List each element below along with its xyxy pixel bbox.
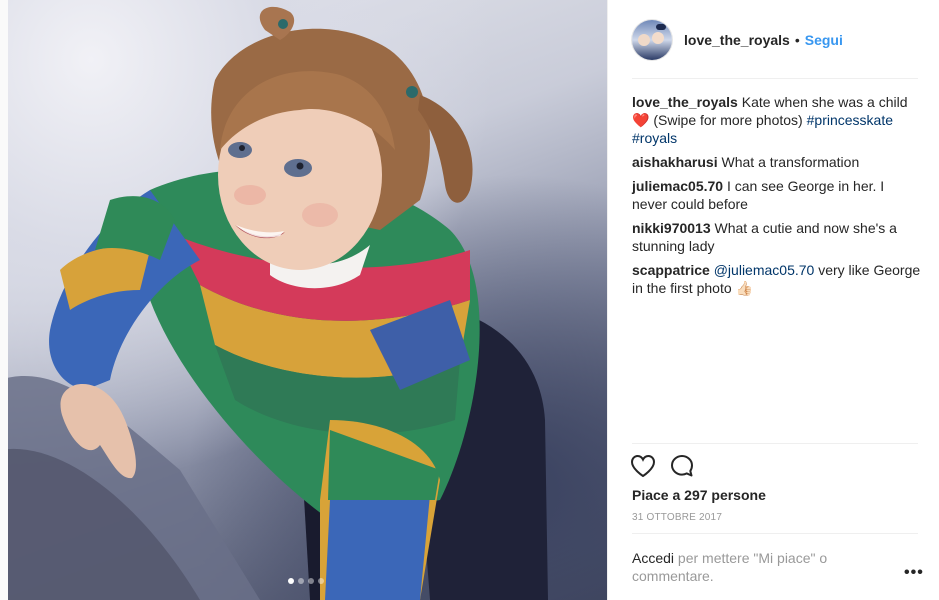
hashtag-link[interactable]: #princesskate [807,112,893,128]
mention-link[interactable]: @juliemac05.70 [714,262,815,278]
divider [632,443,918,444]
comments-list: love_the_royals Kate when she was a chil… [632,93,922,303]
header-separator: • [794,32,800,48]
child-photo-illustration [0,6,548,600]
hashtag-link[interactable]: #royals [632,130,677,146]
caption: love_the_royals Kate when she was a chil… [632,93,922,147]
post-username[interactable]: love_the_royals [684,32,790,48]
login-prompt: Accedi per mettere "Mi piace" o commenta… [632,549,872,585]
comment-username[interactable]: juliemac05.70 [632,178,723,194]
caption-text: Kate when she was a child [741,94,908,110]
heart-outline-icon[interactable] [630,454,656,478]
carousel-dot-active [288,578,294,584]
follow-button[interactable]: Segui [805,32,843,48]
comment: juliemac05.70 I can see George in her. I… [632,177,922,213]
post-date: 31 OTTOBRE 2017 [632,512,723,523]
comment: nikki970013 What a cutie and now she's a… [632,219,922,255]
carousel-indicator [288,578,324,584]
post-side-panel: love_the_royals • Segui love_the_royals … [607,0,939,600]
divider [632,533,918,534]
login-link[interactable]: Accedi [632,550,674,566]
post-header: love_the_royals • Segui [632,19,918,61]
post-photo[interactable] [0,0,607,600]
carousel-dot [298,578,304,584]
caption-text-2: (Swipe for more photos) [653,112,803,128]
comment-username[interactable]: aishakharusi [632,154,718,170]
avatar[interactable] [632,20,672,60]
instagram-post: love_the_royals • Segui love_the_royals … [0,0,939,600]
likes-count[interactable]: Piace a 297 persone [632,487,766,503]
carousel-dot [308,578,314,584]
speech-bubble-icon[interactable] [670,454,694,478]
more-options-icon[interactable]: ••• [904,564,924,582]
divider [632,78,918,79]
comment: scappatrice @juliemac05.70 very like Geo… [632,261,922,297]
comment-username[interactable]: scappatrice [632,262,710,278]
thumbs-up-emoji-icon: 👍🏻 [735,280,753,296]
comment-username[interactable]: nikki970013 [632,220,711,236]
action-bar [630,454,694,478]
caption-username[interactable]: love_the_royals [632,94,738,110]
comment-text: What a transformation [721,154,860,170]
photo-left-edge [0,0,8,600]
carousel-dot [318,578,324,584]
red-heart-emoji-icon: ❤️ [632,112,650,128]
comment: aishakharusi What a transformation [632,153,922,171]
